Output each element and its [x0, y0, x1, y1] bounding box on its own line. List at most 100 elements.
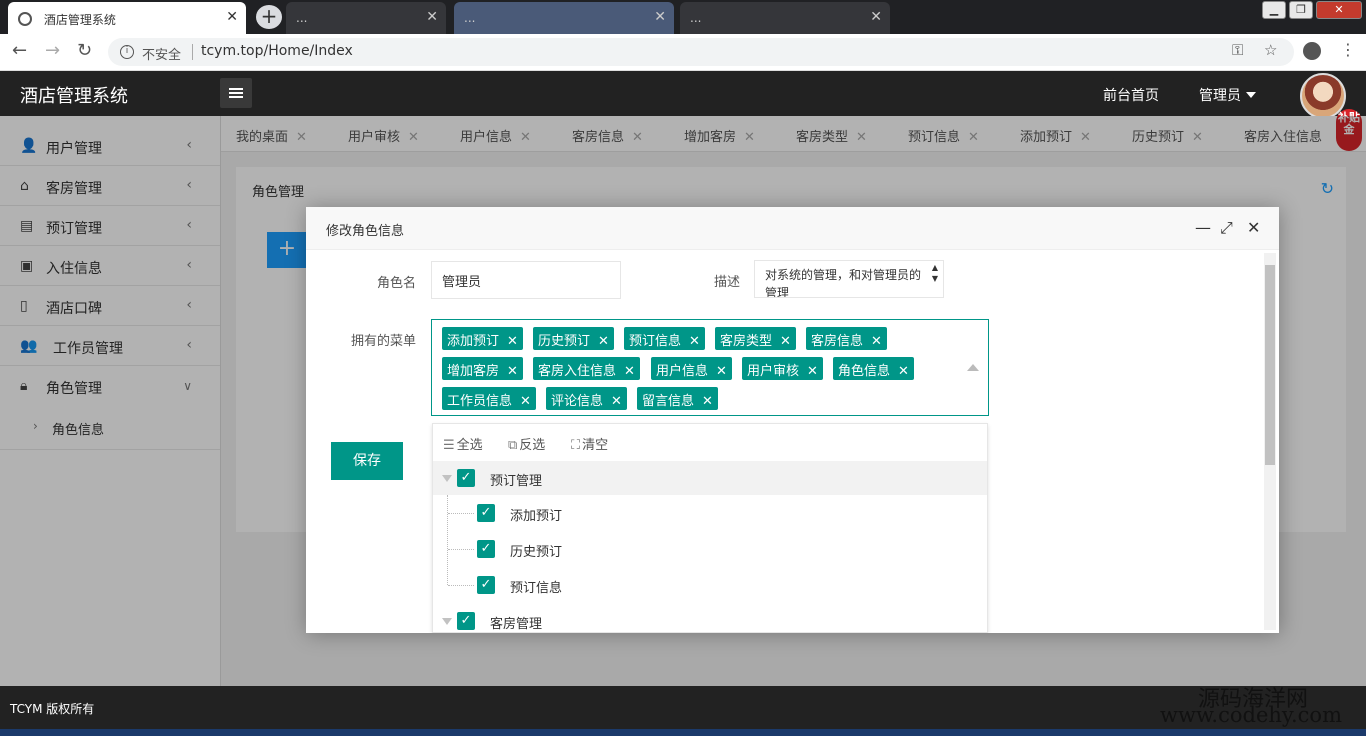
star-icon[interactable]: ☆ — [1264, 41, 1277, 59]
browser-tab-title: 酒店管理系统 — [43, 13, 116, 27]
chip-remove-icon[interactable]: ✕ — [624, 364, 635, 379]
maximize-window-button[interactable]: ❐ — [1289, 1, 1313, 19]
omnibox[interactable]: i 不安全 tcym.top/Home/Index — [108, 38, 1294, 66]
chip-remove-icon[interactable]: ✕ — [507, 364, 518, 379]
chip-label: 添加预订 — [447, 334, 500, 349]
description-label: 描述 — [713, 275, 740, 290]
list-icon: ☰ — [443, 438, 455, 453]
browser-tab-strip: 酒店管理系统 ✕ + ... ✕ ... ✕ ... ✕ ▁ ❐ ✕ — [0, 0, 1366, 34]
description-textarea[interactable]: 对系统的管理，和对管理员的管理 — [754, 260, 944, 298]
tree-node-add-booking[interactable]: ✓ 添加预订 — [433, 496, 987, 530]
textarea-spinner[interactable]: ▲ ▼ — [928, 262, 942, 296]
forward-arrow-icon[interactable]: → — [45, 40, 60, 61]
menu-chip: 增加客房 ✕ — [442, 357, 523, 380]
close-tab-icon[interactable]: ✕ — [226, 9, 238, 25]
minimize-window-button[interactable]: ▁ — [1262, 1, 1286, 19]
checkbox-checked-icon[interactable]: ✓ — [477, 540, 495, 558]
tree-node-rooms[interactable]: ✓ 客房管理 — [433, 604, 987, 632]
menu-multiselect[interactable]: 添加预订 ✕ 历史预订 ✕ 预订信息 ✕ 客房类型 ✕ 客房信息 ✕ 增加客房 ✕ 客房入住… — [431, 319, 989, 416]
chip-label: 客房信息 — [811, 334, 864, 349]
browser-tab[interactable]: ... ✕ — [454, 2, 674, 34]
key-icon[interactable]: ⚿ — [1232, 41, 1243, 59]
checkbox-checked-icon[interactable]: ✓ — [457, 612, 475, 630]
chip-remove-icon[interactable]: ✕ — [702, 394, 713, 409]
menu-chip: 添加预订 ✕ — [442, 327, 523, 350]
clear-icon: ⛶ — [571, 438, 581, 453]
modal-scrollbar[interactable] — [1264, 253, 1276, 630]
tree-branch-line — [448, 585, 474, 586]
front-home-link[interactable]: 前台首页 — [1103, 85, 1159, 105]
chip-remove-icon[interactable]: ✕ — [871, 334, 882, 349]
close-tab-icon[interactable]: ✕ — [870, 9, 882, 25]
checkbox-checked-icon[interactable]: ✓ — [477, 504, 495, 522]
menu-chip: 工作员信息 ✕ — [442, 387, 536, 410]
tree-node-label: 客房管理 — [490, 617, 543, 632]
browser-tab[interactable]: ... ✕ — [680, 2, 890, 34]
menu-chip: 历史预订 ✕ — [533, 327, 614, 350]
modal-title: 修改角色信息 — [326, 224, 405, 239]
browser-tab-title: ... — [464, 11, 476, 25]
more-menu-icon[interactable]: ⋮ — [1340, 40, 1356, 59]
chip-label: 用户信息 — [656, 364, 709, 379]
close-tab-icon[interactable]: ✕ — [426, 9, 438, 25]
back-arrow-icon[interactable]: ← — [12, 40, 27, 61]
tree-branch-line — [448, 549, 474, 550]
browser-tab-title: ... — [690, 11, 702, 25]
chip-remove-icon[interactable]: ✕ — [520, 394, 531, 409]
chip-label: 客房类型 — [720, 334, 773, 349]
chip-remove-icon[interactable]: ✕ — [689, 334, 700, 349]
chip-remove-icon[interactable]: ✕ — [807, 364, 818, 379]
invert-label: 反选 — [519, 438, 546, 453]
new-tab-button[interactable]: + — [256, 5, 282, 29]
chip-remove-icon[interactable]: ✕ — [507, 334, 518, 349]
info-icon[interactable]: i — [120, 45, 134, 59]
browser-tab[interactable]: ... ✕ — [286, 2, 446, 34]
clear-button[interactable]: ⛶ 清空 — [571, 434, 608, 453]
invert-selection-button[interactable]: ⧉ 反选 — [508, 434, 545, 453]
close-window-button[interactable]: ✕ — [1316, 1, 1362, 19]
menu-toggle-button[interactable] — [220, 78, 252, 108]
tree-branch-line — [448, 513, 474, 514]
tree-node-booking-history[interactable]: ✓ 历史预订 — [433, 532, 987, 566]
chip-label: 客房入住信息 — [538, 364, 617, 379]
scrollbar-thumb[interactable] — [1265, 265, 1275, 465]
chip-remove-icon[interactable]: ✕ — [898, 364, 909, 379]
collapse-arrow-icon[interactable] — [967, 364, 979, 371]
admin-label: 管理员 — [1199, 88, 1241, 104]
menu-chip: 客房入住信息 ✕ — [533, 357, 640, 380]
checkbox-checked-icon[interactable]: ✓ — [477, 576, 495, 594]
chip-remove-icon[interactable]: ✕ — [598, 334, 609, 349]
menu-chip: 客房信息 ✕ — [806, 327, 887, 350]
tree-node-label: 添加预订 — [510, 509, 563, 524]
copyright-text: TCYM 版权所有 — [10, 702, 95, 716]
url-text[interactable]: tcym.top/Home/Index — [201, 43, 353, 59]
chip-label: 评论信息 — [551, 394, 604, 409]
browser-tab-active[interactable]: 酒店管理系统 ✕ — [8, 2, 246, 34]
tree-node-bookings[interactable]: ✓ 预订管理 — [433, 461, 987, 495]
tree-expand-icon[interactable] — [442, 618, 452, 625]
reload-icon[interactable]: ↻ — [77, 40, 92, 61]
chip-label: 预订信息 — [629, 334, 682, 349]
modal-header: 修改角色信息 — ⤢ ✕ — [306, 207, 1279, 250]
tree-node-label: 历史预订 — [510, 545, 563, 560]
chip-remove-icon[interactable]: ✕ — [780, 334, 791, 349]
chip-label: 角色信息 — [838, 364, 891, 379]
profile-icon[interactable] — [1303, 42, 1321, 60]
minimize-icon[interactable]: — — [1195, 218, 1211, 237]
menu-chip: 用户审核 ✕ — [742, 357, 823, 380]
maximize-icon[interactable]: ⤢ — [1220, 218, 1233, 238]
close-tab-icon[interactable]: ✕ — [654, 9, 666, 25]
checkbox-checked-icon[interactable]: ✓ — [457, 469, 475, 487]
chip-remove-icon[interactable]: ✕ — [716, 364, 727, 379]
tree-expand-icon[interactable] — [442, 475, 452, 482]
chip-remove-icon[interactable]: ✕ — [611, 394, 622, 409]
tree-node-booking-info[interactable]: ✓ 预订信息 — [433, 568, 987, 602]
admin-dropdown[interactable]: 管理员 — [1199, 85, 1256, 105]
save-button[interactable]: 保存 — [331, 442, 403, 480]
app-title: 酒店管理系统 — [20, 86, 128, 107]
select-all-button[interactable]: ☰ 全选 — [443, 434, 483, 453]
role-name-input[interactable] — [431, 261, 621, 299]
browser-tab-title: ... — [296, 11, 308, 25]
close-icon[interactable]: ✕ — [1247, 218, 1260, 237]
role-name-label: 角色名 — [376, 276, 416, 291]
